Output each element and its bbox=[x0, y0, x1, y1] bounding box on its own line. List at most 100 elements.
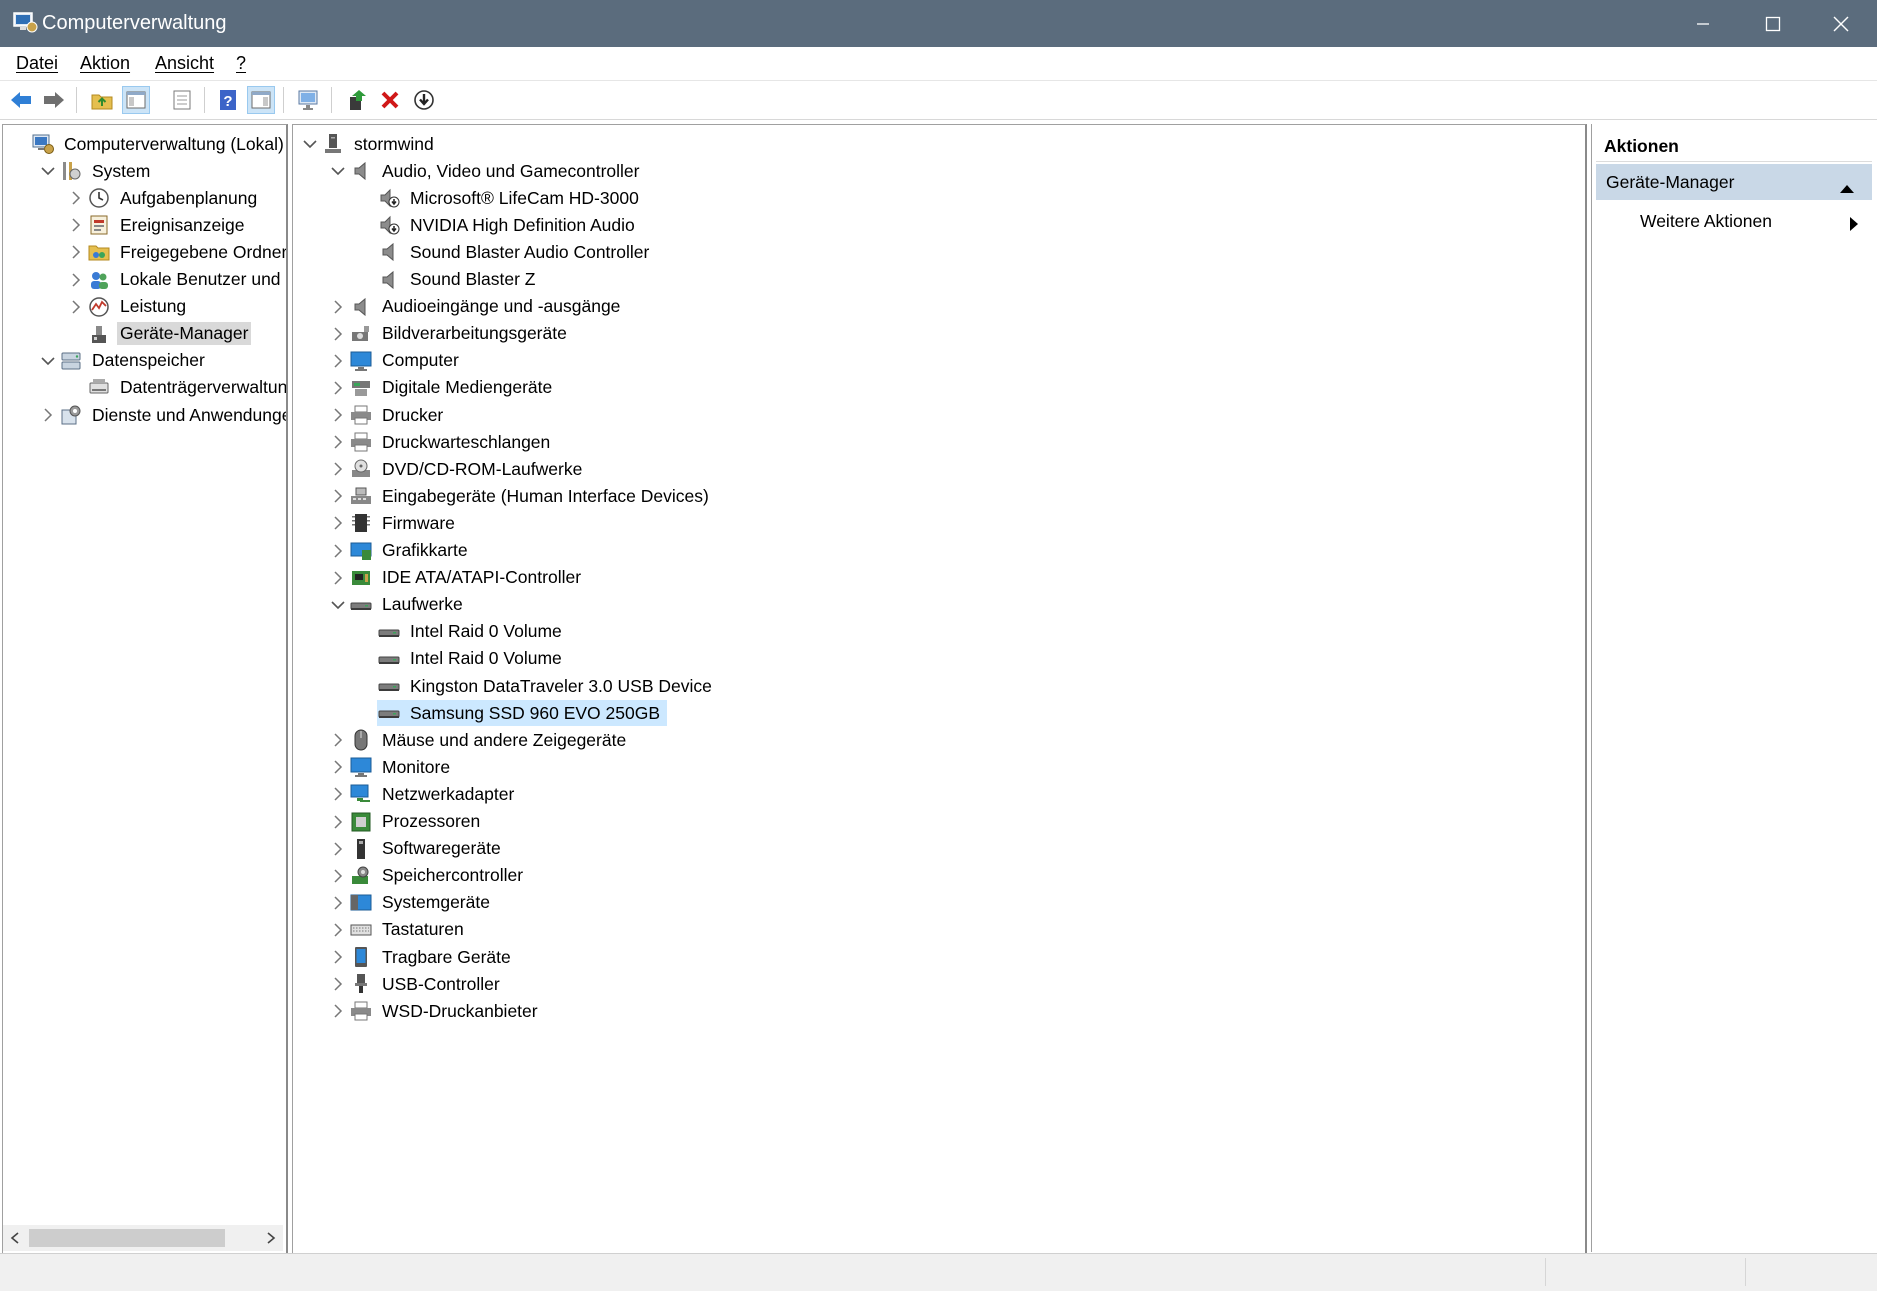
console-tree-item[interactable]: Dienste und Anwendungen bbox=[37, 402, 286, 428]
device-tree-item[interactable]: Eingabegeräte (Human Interface Devices) bbox=[327, 483, 716, 509]
chevron-right-icon[interactable] bbox=[65, 239, 87, 265]
device-tree-item[interactable]: Digitale Mediengeräte bbox=[327, 375, 559, 401]
more-actions-item[interactable]: Weitere Aktionen bbox=[1640, 204, 1872, 238]
properties-icon[interactable] bbox=[168, 86, 196, 114]
console-tree-item[interactable]: Aufgabenplanung bbox=[65, 185, 264, 211]
show-hide-action-pane-icon[interactable] bbox=[247, 86, 275, 114]
back-arrow-icon[interactable] bbox=[7, 86, 35, 114]
menu-aktion[interactable]: Aktion bbox=[80, 53, 130, 74]
show-hide-tree-icon[interactable] bbox=[122, 86, 150, 114]
device-tree-item[interactable]: Bildverarbeitungsgeräte bbox=[327, 321, 574, 347]
console-tree-item[interactable]: System bbox=[37, 158, 157, 184]
chevron-right-icon[interactable] bbox=[327, 321, 349, 347]
chevron-right-icon[interactable] bbox=[327, 754, 349, 780]
chevron-right-icon[interactable] bbox=[327, 836, 349, 862]
device-tree-item[interactable]: Tragbare Geräte bbox=[327, 944, 518, 970]
menu-datei[interactable]: Datei bbox=[16, 53, 58, 74]
chevron-down-icon[interactable] bbox=[37, 158, 59, 184]
scrollbar-thumb[interactable] bbox=[29, 1229, 225, 1247]
chevron-right-icon[interactable] bbox=[327, 727, 349, 753]
chevron-right-icon[interactable] bbox=[327, 917, 349, 943]
chevron-down-icon[interactable] bbox=[327, 158, 349, 184]
device-tree-item[interactable]: Audioeingänge und -ausgänge bbox=[327, 294, 627, 320]
chevron-right-icon[interactable] bbox=[327, 348, 349, 374]
device-tree-item[interactable]: Computer bbox=[327, 348, 466, 374]
console-tree-item[interactable]: Freigegebene Ordner bbox=[65, 239, 286, 265]
console-tree-item[interactable]: Lokale Benutzer und Gruppen bbox=[65, 267, 286, 293]
chevron-right-icon[interactable] bbox=[327, 375, 349, 401]
console-tree-item[interactable]: Leistung bbox=[65, 294, 193, 320]
device-tree-item[interactable]: Laufwerke bbox=[327, 592, 470, 618]
chevron-right-icon[interactable] bbox=[65, 294, 87, 320]
device-tree-item[interactable]: stormwind bbox=[299, 131, 441, 157]
update-driver-icon[interactable] bbox=[343, 86, 371, 114]
device-tree-item[interactable]: Sound Blaster Z bbox=[355, 267, 542, 293]
chevron-right-icon[interactable] bbox=[327, 944, 349, 970]
device-tree-item[interactable]: Sound Blaster Audio Controller bbox=[355, 239, 656, 265]
actions-section-device-manager[interactable]: Geräte-Manager bbox=[1596, 164, 1872, 200]
device-tree-item[interactable]: Audio, Video und Gamecontroller bbox=[327, 158, 646, 184]
chevron-right-icon[interactable] bbox=[327, 402, 349, 428]
device-tree-item[interactable]: Prozessoren bbox=[327, 809, 487, 835]
device-tree-item[interactable]: Microsoft® LifeCam HD-3000 bbox=[355, 185, 646, 211]
device-tree-item[interactable]: Monitore bbox=[327, 754, 457, 780]
help-icon[interactable]: ? bbox=[214, 86, 242, 114]
device-tree-item[interactable]: Kingston DataTraveler 3.0 USB Device bbox=[355, 673, 719, 699]
device-tree-item[interactable]: Netzwerkadapter bbox=[327, 781, 521, 807]
console-tree-item[interactable]: Geräte-Manager bbox=[65, 321, 255, 347]
chevron-right-icon[interactable] bbox=[327, 781, 349, 807]
console-tree-item[interactable]: Datenträgerverwaltung bbox=[65, 375, 286, 401]
device-tree-item[interactable]: Intel Raid 0 Volume bbox=[355, 646, 569, 672]
chevron-right-icon[interactable] bbox=[327, 483, 349, 509]
close-button[interactable] bbox=[1805, 0, 1877, 47]
device-tree-item[interactable]: Systemgeräte bbox=[327, 890, 497, 916]
uninstall-icon[interactable] bbox=[376, 86, 404, 114]
device-tree-item[interactable]: Mäuse und andere Zeigegeräte bbox=[327, 727, 633, 753]
device-tree-item[interactable]: Druckwarteschlangen bbox=[327, 429, 557, 455]
menu-help[interactable]: ? bbox=[236, 53, 246, 74]
device-tree-item[interactable]: Speichercontroller bbox=[327, 863, 530, 889]
device-tree-item[interactable]: NVIDIA High Definition Audio bbox=[355, 212, 642, 238]
chevron-right-icon[interactable] bbox=[65, 212, 87, 238]
scan-hardware-icon[interactable] bbox=[295, 86, 323, 114]
chevron-right-icon[interactable] bbox=[37, 402, 59, 428]
chevron-right-icon[interactable] bbox=[65, 267, 87, 293]
chevron-down-icon[interactable] bbox=[299, 131, 321, 157]
device-tree-item[interactable]: DVD/CD-ROM-Laufwerke bbox=[327, 456, 589, 482]
device-tree-item[interactable]: Intel Raid 0 Volume bbox=[355, 619, 569, 645]
device-tree-item[interactable]: Samsung SSD 960 EVO 250GB bbox=[355, 700, 667, 727]
maximize-button[interactable] bbox=[1737, 0, 1809, 47]
chevron-right-icon[interactable] bbox=[327, 890, 349, 916]
device-tree-item[interactable]: WSD-Druckanbieter bbox=[327, 998, 545, 1024]
collapse-up-icon[interactable] bbox=[1840, 177, 1854, 198]
device-tree-item[interactable]: IDE ATA/ATAPI-Controller bbox=[327, 565, 588, 591]
disable-device-icon[interactable] bbox=[410, 86, 438, 114]
up-folder-icon[interactable] bbox=[88, 86, 116, 114]
device-tree-item[interactable]: Grafikkarte bbox=[327, 538, 475, 564]
device-tree-item[interactable]: Firmware bbox=[327, 510, 462, 536]
chevron-right-icon[interactable] bbox=[327, 456, 349, 482]
console-tree-item[interactable]: Ereignisanzeige bbox=[65, 212, 252, 238]
chevron-right-icon[interactable] bbox=[327, 429, 349, 455]
chevron-right-icon[interactable] bbox=[327, 809, 349, 835]
device-tree-item[interactable]: Tastaturen bbox=[327, 917, 471, 943]
forward-arrow-icon[interactable] bbox=[40, 86, 68, 114]
menu-ansicht[interactable]: Ansicht bbox=[155, 53, 214, 74]
console-tree-item[interactable]: Datenspeicher bbox=[37, 348, 212, 374]
chevron-right-icon[interactable] bbox=[327, 998, 349, 1024]
chevron-down-icon[interactable] bbox=[37, 348, 59, 374]
minimize-button[interactable] bbox=[1667, 0, 1739, 47]
chevron-right-icon[interactable] bbox=[327, 294, 349, 320]
horizontal-scrollbar[interactable] bbox=[3, 1225, 283, 1251]
console-tree-item[interactable]: Computerverwaltung (Lokal) bbox=[9, 131, 286, 157]
device-tree-item[interactable]: Softwaregeräte bbox=[327, 836, 508, 862]
chevron-down-icon[interactable] bbox=[327, 592, 349, 618]
chevron-right-icon[interactable] bbox=[327, 510, 349, 536]
device-tree-item[interactable]: USB-Controller bbox=[327, 971, 507, 997]
chevron-right-icon[interactable] bbox=[327, 565, 349, 591]
chevron-right-icon[interactable] bbox=[65, 185, 87, 211]
chevron-right-icon[interactable] bbox=[327, 538, 349, 564]
chevron-right-icon[interactable] bbox=[327, 863, 349, 889]
device-tree-item[interactable]: Drucker bbox=[327, 402, 450, 428]
chevron-right-icon[interactable] bbox=[327, 971, 349, 997]
